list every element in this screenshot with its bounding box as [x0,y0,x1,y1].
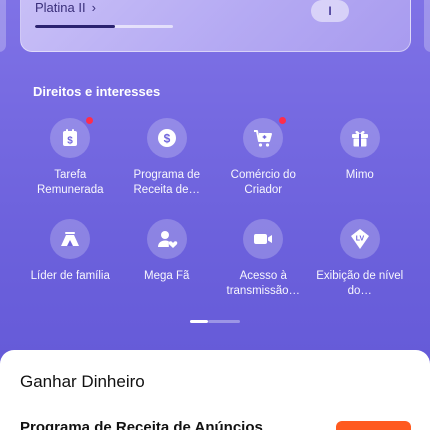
level-card[interactable]: Platina II › I [20,0,411,52]
benefit-label: Tarefa Remunerada [37,169,104,196]
next-level-card[interactable] [424,0,430,52]
level-badge-text: I [328,4,332,18]
benefit-label: Programa de Receita de… [133,169,200,196]
svg-text:$: $ [67,136,73,147]
level-progress-bar [35,25,173,28]
benefit-item-revenue-program[interactable]: $ Programa de Receita de… [119,118,216,202]
gift-icon [339,118,380,158]
benefit-item-family-leader[interactable]: Líder de família [22,219,119,303]
benefit-label: Exibição de nível do… [316,270,404,297]
svg-text:LV: LV [356,236,365,243]
page-indicator-active [190,320,208,323]
previous-level-card[interactable] [0,0,6,52]
shopping-cart-icon [243,117,287,158]
benefit-item-broadcast-access[interactable]: Acesso à transmissão… [215,219,312,303]
level-progress-fill [35,25,116,28]
benefits-grid: $ Tarefa Remunerada $ Programa de Receit… [22,117,409,303]
benefit-item-mega-fan[interactable]: Mega Fã [119,219,216,303]
benefit-label: Mimo [345,169,374,181]
svg-text:$: $ [163,132,170,146]
page-indicator-inactive [208,320,240,323]
benefit-item-gift[interactable]: Mimo [312,118,409,202]
fan-heart-icon [146,219,187,259]
tent-icon [50,219,91,259]
benefit-label: Mega Fã [144,270,190,282]
ad-revenue-program-title: Programa de Receita de Anúncios [20,419,263,430]
benefit-label: Líder de família [30,270,110,282]
earn-money-sheet: Ganhar Dinheiro Programa de Receita de A… [0,350,430,430]
level-badge: I [311,0,349,22]
benefit-item-paid-task[interactable]: $ Tarefa Remunerada [22,117,119,202]
ad-revenue-action-button[interactable] [336,421,411,430]
section-title: Direitos e interesses [33,84,161,99]
level-name-link[interactable]: Platina II › [35,0,96,15]
benefit-item-creator-commerce[interactable]: Comércio do Criador [215,117,312,202]
video-camera-icon [243,219,284,259]
benefit-item-level-display[interactable]: LV Exibição de nível do… [312,219,409,303]
dollar-coin-icon: $ [146,118,187,158]
sheet-title: Ganhar Dinheiro [20,372,145,391]
notification-dot [279,117,287,124]
notification-dot [86,117,94,124]
benefit-label: Comércio do Criador [230,169,296,196]
benefit-label: Acesso à transmissão… [226,270,301,297]
calendar-dollar-icon: $ [50,117,94,158]
level-name: Platina II [35,0,86,15]
chevron-right-icon: › [91,0,96,15]
page-indicator [190,320,240,323]
lv-badge-icon: LV [339,219,380,259]
